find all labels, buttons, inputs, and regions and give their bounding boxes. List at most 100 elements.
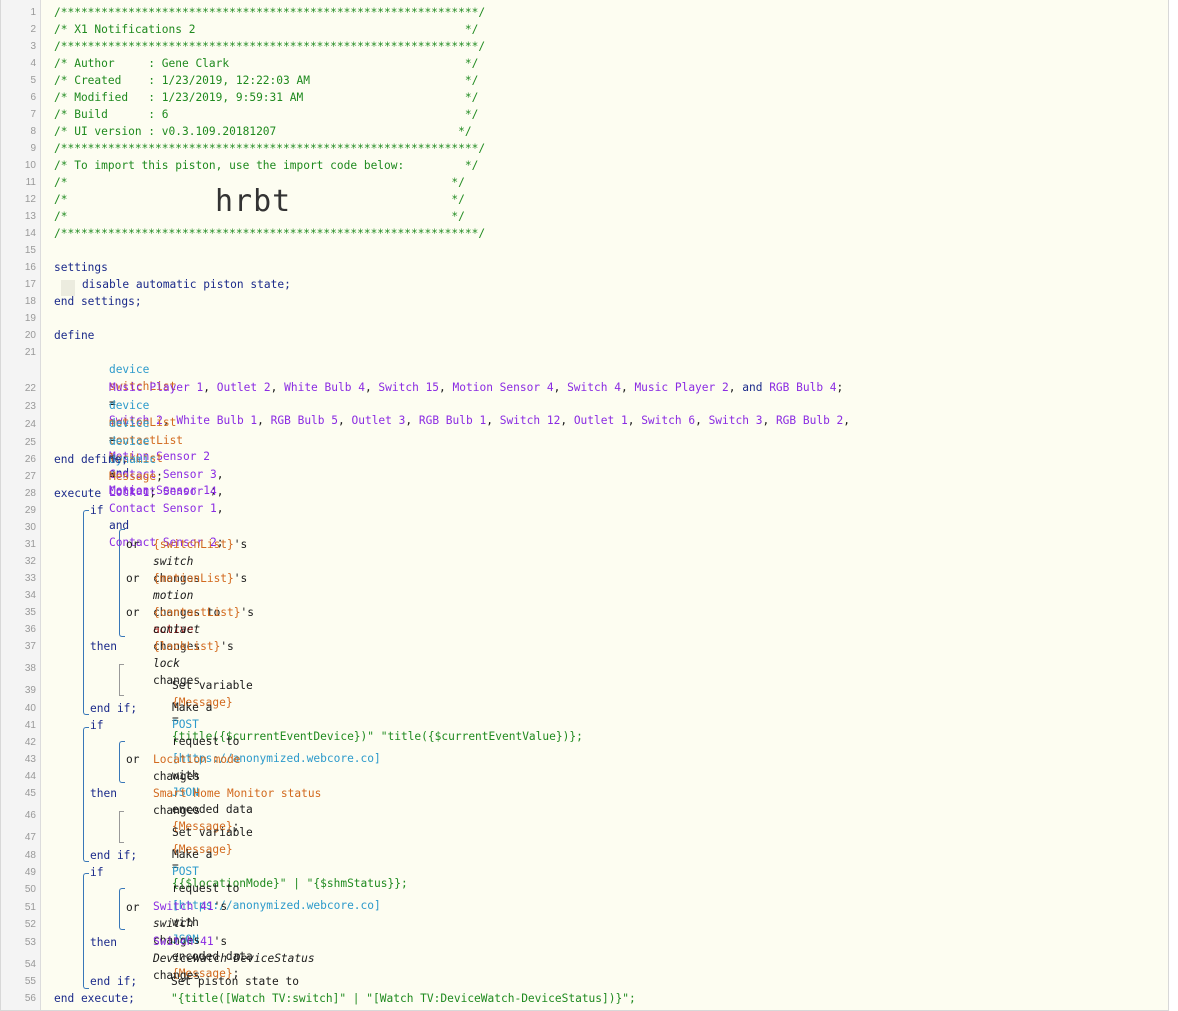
variable-ref: {lockList} (152, 640, 221, 653)
line-number: 14 (24, 228, 36, 239)
line-number: 54 (24, 959, 36, 970)
if-block-bracket (83, 873, 89, 989)
or-operator[interactable]: or (126, 604, 139, 621)
line-number: 9 (30, 143, 36, 154)
piston-code-editor: 1 2 3 4 5 6 7 8 9 10 11 12 13 14 15 16 17 18 19 20 21 22 23 24 2… (0, 0, 1169, 1011)
line-number: 55 (24, 976, 36, 987)
set-piston-state-statement[interactable]: Set piston state to "{title([Watch TV:sw… (144, 956, 636, 1010)
location-attribute: Smart Home Monitor status (152, 787, 322, 800)
line-number: 25 (24, 437, 36, 448)
if-keyword[interactable]: if (90, 502, 103, 519)
comment-border: /***************************************… (54, 142, 486, 155)
line-number: 51 (24, 902, 36, 913)
import-code[interactable]: hrbt (215, 184, 291, 219)
line-number: 17 (24, 279, 36, 290)
settings-item[interactable]: disable automatic piston state; (82, 276, 291, 293)
line-number: 40 (24, 703, 36, 714)
or-operator[interactable]: or (126, 751, 139, 768)
line-number: 7 (30, 109, 36, 120)
line-number: 36 (24, 624, 36, 635)
condition-group-bracket (119, 888, 125, 930)
line-number: 15 (24, 245, 36, 256)
comment-import-note: /* To import this piston, use the import… (54, 159, 479, 172)
or-operator[interactable]: or (126, 570, 139, 587)
line-number: 8 (30, 126, 36, 137)
statement-group-bracket (119, 664, 124, 696)
line-number: 28 (24, 488, 36, 499)
or-operator[interactable]: or (126, 899, 139, 916)
line-number: 24 (24, 419, 36, 430)
settings-open[interactable]: settings (54, 259, 108, 276)
device-name: Music Player 2 (634, 381, 729, 394)
line-number: 4 (30, 58, 36, 69)
device-name: Outlet 3 (351, 414, 406, 427)
line-number: 27 (24, 471, 36, 482)
or-operator[interactable]: or (126, 536, 139, 553)
http-method: POST (171, 718, 199, 731)
device-name: Switch 4 (567, 381, 621, 394)
define-open[interactable]: define (54, 327, 94, 344)
comment-title: /* X1 Notifications 2 */ (54, 23, 479, 36)
line-number: 20 (24, 330, 36, 341)
comment-build: /* Build : 6 */ (54, 108, 479, 121)
device-name: Outlet 2 (216, 381, 271, 394)
line-number: 29 (24, 505, 36, 516)
settings-close[interactable]: end settings; (54, 293, 142, 310)
line-number: 19 (24, 313, 36, 324)
comment-border: /***************************************… (54, 6, 486, 19)
line-number: 39 (24, 685, 36, 696)
line-number: 5 (30, 75, 36, 86)
end-if[interactable]: end if; (90, 973, 137, 990)
line-number: 34 (24, 590, 36, 601)
device-name: RGB Bulb 4 (769, 381, 837, 394)
variable-ref: {switchList} (152, 538, 234, 551)
line-number: 23 (24, 401, 36, 412)
line-number: 47 (24, 832, 36, 843)
device-name: Switch 12 (499, 414, 561, 427)
line-number: 35 (24, 607, 36, 618)
device-name: RGB Bulb 5 (270, 414, 338, 427)
define-close[interactable]: end define; (54, 451, 128, 468)
line-number: 2 (30, 24, 36, 35)
end-if[interactable]: end if; (90, 847, 137, 864)
line-number: 3 (30, 41, 36, 52)
if-keyword[interactable]: if (90, 864, 103, 881)
line-number: 56 (24, 993, 36, 1004)
expression: "{title([Watch TV:switch]" | "[Watch TV:… (170, 992, 636, 1005)
execute-open[interactable]: execute (54, 485, 101, 502)
location-attribute: Location mode (152, 753, 241, 766)
then-keyword[interactable]: then (90, 934, 117, 951)
if-keyword[interactable]: if (90, 717, 103, 734)
line-number: 1 (30, 7, 36, 18)
line-number: 43 (24, 754, 36, 765)
end-if[interactable]: end if; (90, 700, 137, 717)
http-method: POST (171, 865, 199, 878)
line-number: 6 (30, 92, 36, 103)
statement-group-bracket (119, 811, 124, 843)
line-number: 26 (24, 454, 36, 465)
device-name: Switch 6 (641, 414, 696, 427)
line-number: 30 (24, 522, 36, 533)
comment-border: /***************************************… (54, 227, 486, 240)
device-name: Switch 3 (708, 414, 763, 427)
line-number: 31 (24, 539, 36, 550)
comment-border: /***************************************… (54, 40, 486, 53)
comment-ui-version: /* UI version : v0.3.109.20181207 */ (54, 125, 472, 138)
device-name: White Bulb 4 (284, 381, 365, 394)
line-number: 21 (24, 347, 36, 358)
execute-close[interactable]: end execute; (54, 990, 135, 1007)
line-number: 11 (25, 177, 36, 188)
device-name: Switch 15 (378, 381, 440, 394)
line-number: 32 (24, 556, 36, 567)
and-keyword: and (742, 381, 763, 394)
line-number: 16 (24, 262, 36, 273)
line-number: 48 (24, 850, 36, 861)
line-number: 49 (24, 867, 36, 878)
line-number: 42 (24, 737, 36, 748)
line-number: 22 (24, 383, 36, 394)
then-keyword[interactable]: then (90, 638, 117, 655)
line-number: 13 (24, 211, 36, 222)
then-keyword[interactable]: then (90, 785, 117, 802)
device-name: Switch 41 (152, 900, 214, 913)
line-number: 45 (24, 788, 36, 799)
